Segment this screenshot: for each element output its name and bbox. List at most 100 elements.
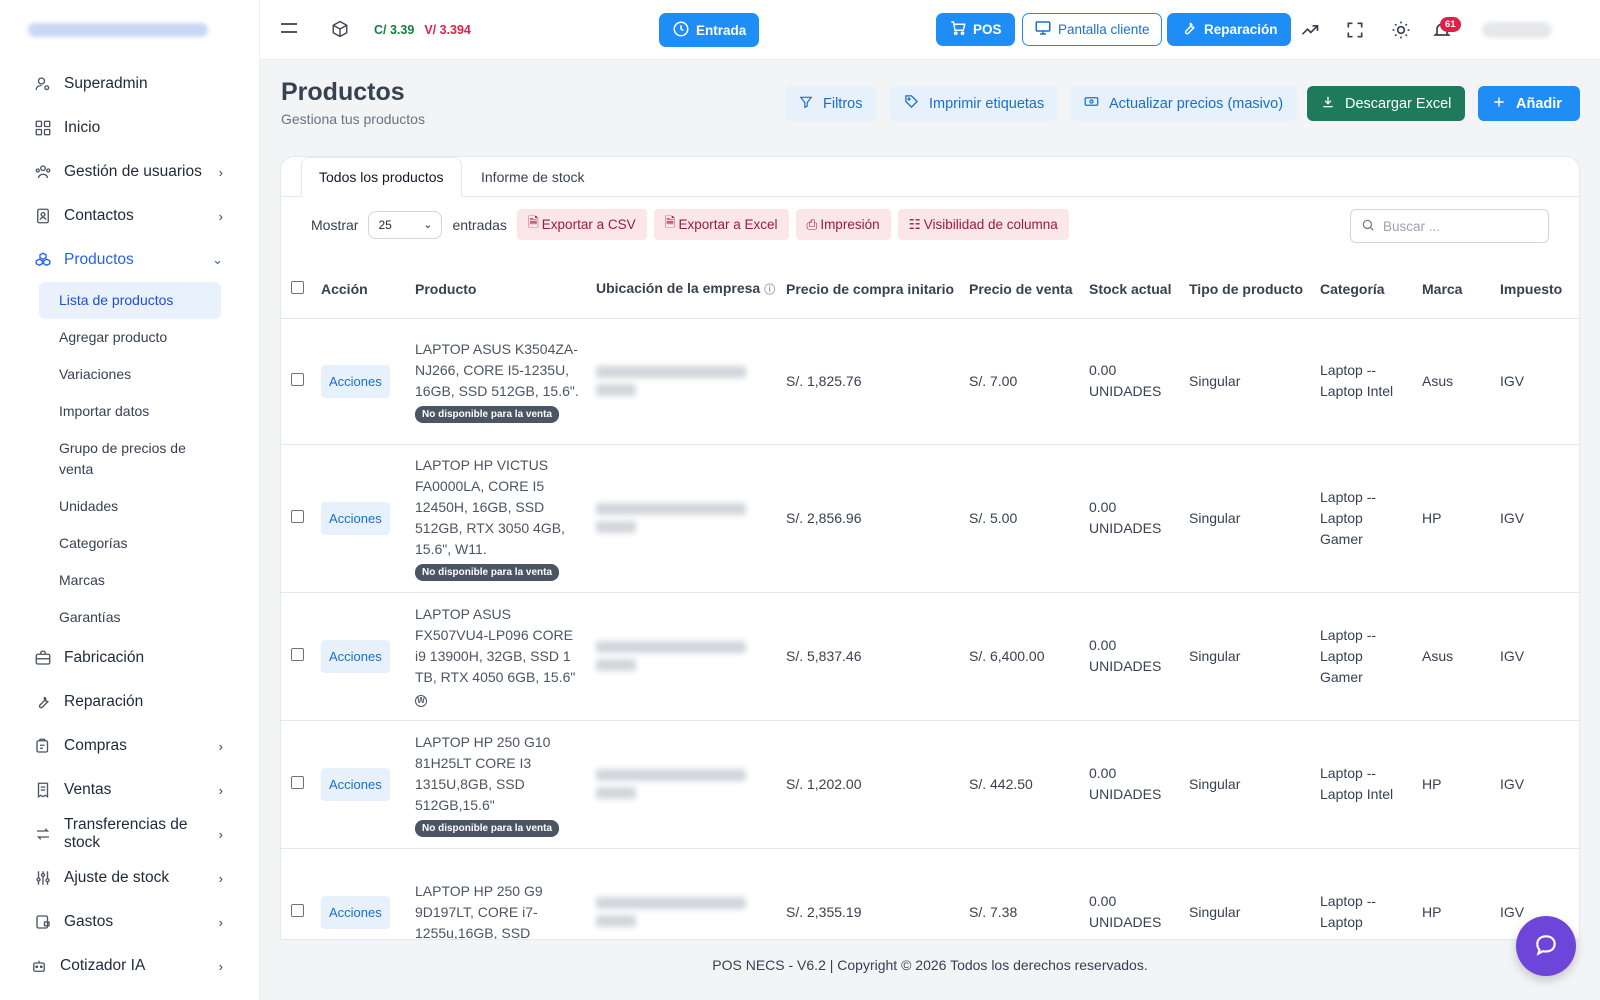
header-marca[interactable]: Marca <box>1414 260 1492 319</box>
sidebar-item-ajuste-stock[interactable]: Ajuste de stock › <box>0 856 259 900</box>
action-cell: Acciones <box>313 592 407 721</box>
pos-button[interactable]: POS <box>936 13 1015 46</box>
column-visibility-button[interactable]: ☷ Visibilidad de columna <box>897 209 1069 240</box>
acciones-button[interactable]: Acciones <box>321 501 390 535</box>
descargar-excel-button[interactable]: Descargar Excel <box>1307 86 1466 121</box>
fullscreen-icon[interactable] <box>1345 20 1365 40</box>
notifications-bell[interactable]: 61 <box>1432 17 1461 40</box>
row-checkbox[interactable] <box>291 372 304 386</box>
sidebar-item-label: Reparación <box>64 693 144 710</box>
cart-icon <box>34 737 52 755</box>
category-cell: Laptop -- Laptop Gamer <box>1312 444 1414 593</box>
sidebar-item-contactos[interactable]: Contactos › <box>0 194 259 238</box>
chat-button[interactable] <box>1516 916 1576 976</box>
entries-select[interactable]: 25 ⌄ <box>368 210 443 239</box>
sidebar-item-gastos[interactable]: Gastos › <box>0 900 259 944</box>
submenu-lista-productos[interactable]: Lista de productos <box>39 282 221 319</box>
filtros-button[interactable]: Filtros <box>785 86 877 121</box>
submenu-agregar-producto[interactable]: Agregar producto <box>39 319 221 356</box>
product-name[interactable]: LAPTOP HP 250 G10 81H25LT CORE I3 1315U,… <box>415 732 580 816</box>
header-precio-venta[interactable]: Precio de venta <box>961 260 1081 319</box>
acciones-button[interactable]: Acciones <box>321 364 390 398</box>
action-cell: Acciones <box>313 720 407 849</box>
submenu-garantias[interactable]: Garantías <box>39 599 221 636</box>
acciones-button[interactable]: Acciones <box>321 895 390 929</box>
product-name[interactable]: LAPTOP HP 250 G9 9D197LT, CORE i7-1255u,… <box>415 881 580 940</box>
box-icon[interactable] <box>331 20 349 38</box>
sidebar-item-compras[interactable]: Compras › <box>0 724 259 768</box>
tab-todos-productos[interactable]: Todos los productos <box>301 157 462 197</box>
sidebar-item-inicio[interactable]: Inicio <box>0 106 259 150</box>
sidebar-item-transferencias[interactable]: Transferencias de stock › <box>0 812 259 856</box>
pantalla-cliente-button[interactable]: Pantalla cliente <box>1022 13 1162 46</box>
sidebar-item-fabricacion[interactable]: Fabricación <box>0 636 259 680</box>
export-excel-button[interactable]: 🗎 Exportar a Excel <box>653 209 789 240</box>
header-producto[interactable]: Producto <box>407 260 588 319</box>
trending-icon[interactable] <box>1300 20 1320 40</box>
sun-icon[interactable] <box>1391 20 1411 40</box>
clock-icon <box>672 20 690 41</box>
search-input[interactable]: Buscar ... <box>1350 209 1549 243</box>
wordpress-icon: W <box>415 694 427 707</box>
anadir-button[interactable]: Añadir <box>1478 86 1580 121</box>
sidebar-item-ventas[interactable]: Ventas › <box>0 768 259 812</box>
pos-label: POS <box>973 22 1002 37</box>
category-cell: Laptop -- Laptop Gamer <box>1312 592 1414 721</box>
footer-copyright: POS NECS - V6.2 | Copyright © 2026 Todos… <box>712 957 1148 973</box>
sidebar-item-cotizador[interactable]: Cotizador IA › <box>0 944 259 988</box>
submenu-importar-datos[interactable]: Importar datos <box>39 393 221 430</box>
stock-cell: 0.00 UNIDADES <box>1081 318 1181 445</box>
user-menu[interactable] <box>1482 22 1552 38</box>
submenu-categorias[interactable]: Categorías <box>39 525 221 562</box>
row-checkbox[interactable] <box>291 903 304 917</box>
sell-price-cell: S/. 7.38 <box>961 848 1081 939</box>
select-all-checkbox[interactable] <box>291 280 304 294</box>
pantalla-label: Pantalla cliente <box>1058 22 1150 37</box>
header-ubicacion[interactable]: Ubicación de la empresa ⓘ <box>588 260 778 319</box>
table-row: Acciones LAPTOP ASUS FX507VU4-LP096 CORE… <box>281 592 1579 721</box>
topbar: C/ 3.39 V/ 3.394 Entrada POS Pantalla cl… <box>260 0 1600 60</box>
submenu-grupo-precios[interactable]: Grupo de precios de venta <box>39 430 221 488</box>
product-name[interactable]: LAPTOP ASUS K3504ZA-NJ266, CORE I5-1235U… <box>415 339 580 402</box>
sidebar-item-superadmin[interactable]: Superadmin <box>0 62 259 106</box>
imprimir-etiquetas-button[interactable]: Imprimir etiquetas <box>890 86 1059 121</box>
acciones-button[interactable]: Acciones <box>321 767 390 801</box>
sidebar-item-reparacion[interactable]: Reparación <box>0 680 259 724</box>
sidebar-item-label: Cotizador IA <box>60 957 146 974</box>
sidebar-item-label: Compras <box>64 737 127 754</box>
sell-price-cell: S/. 442.50 <box>961 720 1081 849</box>
contacts-icon <box>34 207 52 225</box>
row-checkbox[interactable] <box>291 775 304 789</box>
product-name[interactable]: LAPTOP HP VICTUS FA0000LA, CORE I5 12450… <box>415 455 580 560</box>
actualizar-precios-button[interactable]: Actualizar precios (masivo) <box>1070 86 1298 121</box>
header-categoria[interactable]: Categoría <box>1312 260 1414 319</box>
brand-logo[interactable] <box>0 0 259 60</box>
header-tipo-producto[interactable]: Tipo de producto <box>1181 260 1312 319</box>
menu-toggle-icon[interactable] <box>280 20 298 36</box>
entrada-button[interactable]: Entrada <box>659 13 760 47</box>
header-precio-compra[interactable]: Precio de compra initario <box>778 260 961 319</box>
tab-informe-stock[interactable]: Informe de stock <box>464 157 602 197</box>
export-csv-button[interactable]: 🗎 Exportar a CSV <box>516 209 647 240</box>
submenu-marcas[interactable]: Marcas <box>39 562 221 599</box>
print-button[interactable]: ⎙ Impresión <box>795 209 891 240</box>
wrench-icon <box>1180 19 1198 40</box>
printer-icon: ⎙ <box>806 216 818 232</box>
header-accion[interactable]: Acción <box>313 260 407 319</box>
not-for-sale-badge: No disponible para la venta <box>415 564 560 581</box>
submenu-unidades[interactable]: Unidades <box>39 488 221 525</box>
reparacion-button[interactable]: Reparación <box>1167 13 1291 46</box>
category-cell: Laptop -- Laptop Intel <box>1312 318 1414 445</box>
row-checkbox[interactable] <box>291 509 304 523</box>
header-impuesto[interactable]: Impuesto <box>1492 260 1579 319</box>
row-checkbox[interactable] <box>291 647 304 661</box>
product-name[interactable]: LAPTOP ASUS FX507VU4-LP096 CORE i9 13900… <box>415 604 580 688</box>
header-stock-actual[interactable]: Stock actual <box>1081 260 1181 319</box>
table-toolbar: Mostrar 25 ⌄ entradas 🗎 Exportar a CSV 🗎 E… <box>311 209 1069 240</box>
sidebar-item-productos[interactable]: Productos ⌄ <box>0 238 259 282</box>
wrench-icon <box>34 693 52 711</box>
sidebar-item-usuarios[interactable]: Gestión de usuarios › <box>0 150 259 194</box>
type-cell: Singular <box>1181 592 1312 721</box>
acciones-button[interactable]: Acciones <box>321 639 390 673</box>
submenu-variaciones[interactable]: Variaciones <box>39 356 221 393</box>
